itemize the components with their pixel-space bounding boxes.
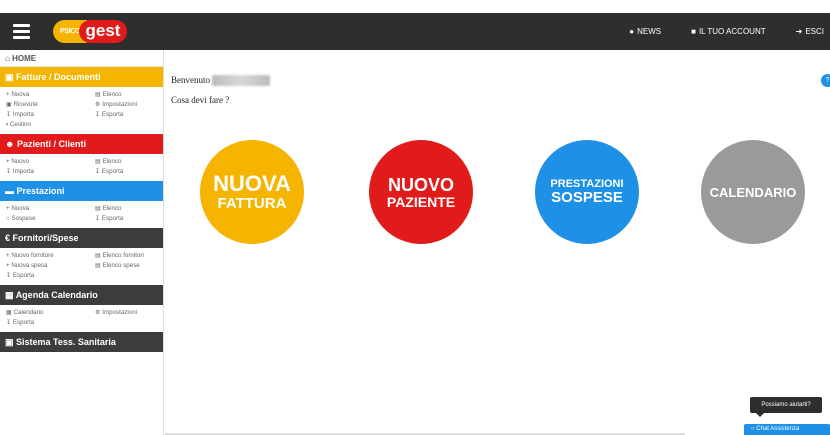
bell-icon: ● [629,27,635,36]
sign-out-icon: ➜ [795,27,803,36]
section-prestazioni-header[interactable]: ▬ Prestazioni [0,181,163,201]
sidebar: ⌂ HOME ▣ Fatture / Documenti + Nuova ▤ E… [0,50,164,435]
main-content: Benvenuto Cosa devi fare ? ? NUOVA FATTU… [165,50,830,435]
section-sistema-ts-title: Sistema Tess. Sanitaria [16,337,116,347]
card-icon: ▬ [5,186,14,196]
card-icon: ▣ [5,337,14,347]
prestazioni-elenco[interactable]: ▤ Elenco [95,204,163,214]
fatture-impostazioni[interactable]: ⚙ Impostazioni [95,100,163,110]
fornitori-esporta[interactable]: ↧ Esporta [6,271,95,281]
file-icon: ▣ [5,72,14,82]
account-label: IL TUO ACCOUNT [698,27,766,36]
fatture-nuova[interactable]: + Nuova [6,90,95,100]
home-label: HOME [12,54,37,63]
welcome-text: Benvenuto [171,75,271,87]
chat-label: Chat Assistenza [756,426,800,432]
spese-elenco[interactable]: ▤ Elenco spese [95,261,163,271]
chat-assistenza-button[interactable]: ○ Chat Assistenza [744,424,830,435]
nuovo-paziente-button[interactable]: NUOVO PAZIENTE [369,140,473,244]
section-fornitori-title: Fornitori/Spese [12,233,79,243]
section-agenda-header[interactable]: ▦ Agenda Calendario [0,285,163,305]
prestazioni-nuova[interactable]: + Nuova [6,204,95,214]
prestazioni-esporta[interactable]: ↧ Esporta [95,214,163,224]
account-link[interactable]: ■ IL TUO ACCOUNT [691,27,766,36]
pazienti-elenco[interactable]: ▤ Elenco [95,157,163,167]
news-label: NEWS [637,27,662,36]
psicogest-logo[interactable]: PSICO gest [53,20,127,43]
fornitori-elenco[interactable]: ▤ Elenco fornitori [95,251,163,261]
calendar-icon: ▦ [5,290,14,300]
fatture-importa[interactable]: ↧ Importa [6,110,95,120]
section-fornitori-items: + Nuovo fornitore ▤ Elenco fornitori + N… [0,248,163,285]
redacted-username [212,75,271,87]
menu-toggle-icon[interactable] [13,24,30,39]
section-fatture-items: + Nuova ▤ Elenco ▣ Ricevute ⚙ Impostazio… [0,87,163,134]
section-pazienti-header[interactable]: ☻ Pazienti / Clienti [0,134,163,154]
fatture-esporta[interactable]: ↧ Esporta [95,110,163,120]
logo-gest-text: gest [79,20,127,43]
sidebar-home[interactable]: ⌂ HOME [0,50,163,67]
nuova-fattura-button[interactable]: NUOVA FATTURA [200,140,304,244]
pazienti-importa[interactable]: ↧ Importa [6,167,95,177]
section-prestazioni-items: + Nuova ▤ Elenco ○ Sospese ↧ Esporta [0,201,163,228]
agenda-calendario[interactable]: ▦ Calendario [6,308,95,318]
fatture-ricevute[interactable]: ▣ Ricevute [6,100,95,110]
spese-nuova[interactable]: + Nuova spesa [6,261,95,271]
agenda-impostazioni[interactable]: ⚙ Impostazioni [95,308,163,318]
fatture-elenco[interactable]: ▤ Elenco [95,90,163,100]
section-sistema-ts-header[interactable]: ▣ Sistema Tess. Sanitaria [0,332,163,352]
calendario-button[interactable]: CALENDARIO [701,140,805,244]
fatture-cestino[interactable]: ▪ Cestino [6,120,95,130]
chat-icon: ○ [751,426,755,432]
user-icon: ■ [691,27,696,36]
top-links: ● NEWS ■ IL TUO ACCOUNT ➜ ESCI [599,13,824,50]
chat-tooltip: Possiamo aiutarti? [750,397,822,417]
section-pazienti-items: + Nuovo ▤ Elenco ↧ Importa ↧ Esporta [0,154,163,181]
section-agenda-items: ▦ Calendario ⚙ Impostazioni ↧ Esporta [0,305,163,332]
agenda-esporta[interactable]: ↧ Esporta [6,318,95,328]
question-text: Cosa devi fare ? [171,95,230,105]
home-icon: ⌂ [5,54,10,63]
news-link[interactable]: ● NEWS [629,27,661,36]
pazienti-nuovo[interactable]: + Nuovo [6,157,95,167]
euro-icon: € [5,233,11,243]
top-navbar: PSICO gest ● NEWS ■ IL TUO ACCOUNT ➜ ESC… [0,13,830,50]
fornitori-nuovo[interactable]: + Nuovo fornitore [6,251,95,261]
section-pazienti-title: Pazienti / Clienti [17,139,87,149]
help-badge[interactable]: ? [821,74,830,87]
users-icon: ☻ [5,139,15,149]
prestazioni-sospese[interactable]: ○ Sospese [6,214,95,224]
section-fornitori-header[interactable]: € Fornitori/Spese [0,228,163,248]
prestazioni-sospese-button[interactable]: PRESTAZIONI SOSPESE [535,140,639,244]
section-fatture-header[interactable]: ▣ Fatture / Documenti [0,67,163,87]
logout-link[interactable]: ➜ ESCI [796,27,824,36]
pazienti-esporta[interactable]: ↧ Esporta [95,167,163,177]
logout-label: ESCI [805,27,824,36]
section-agenda-title: Agenda Calendario [15,290,98,300]
section-fatture-title: Fatture / Documenti [16,72,101,82]
section-prestazioni-title: Prestazioni [16,186,65,196]
